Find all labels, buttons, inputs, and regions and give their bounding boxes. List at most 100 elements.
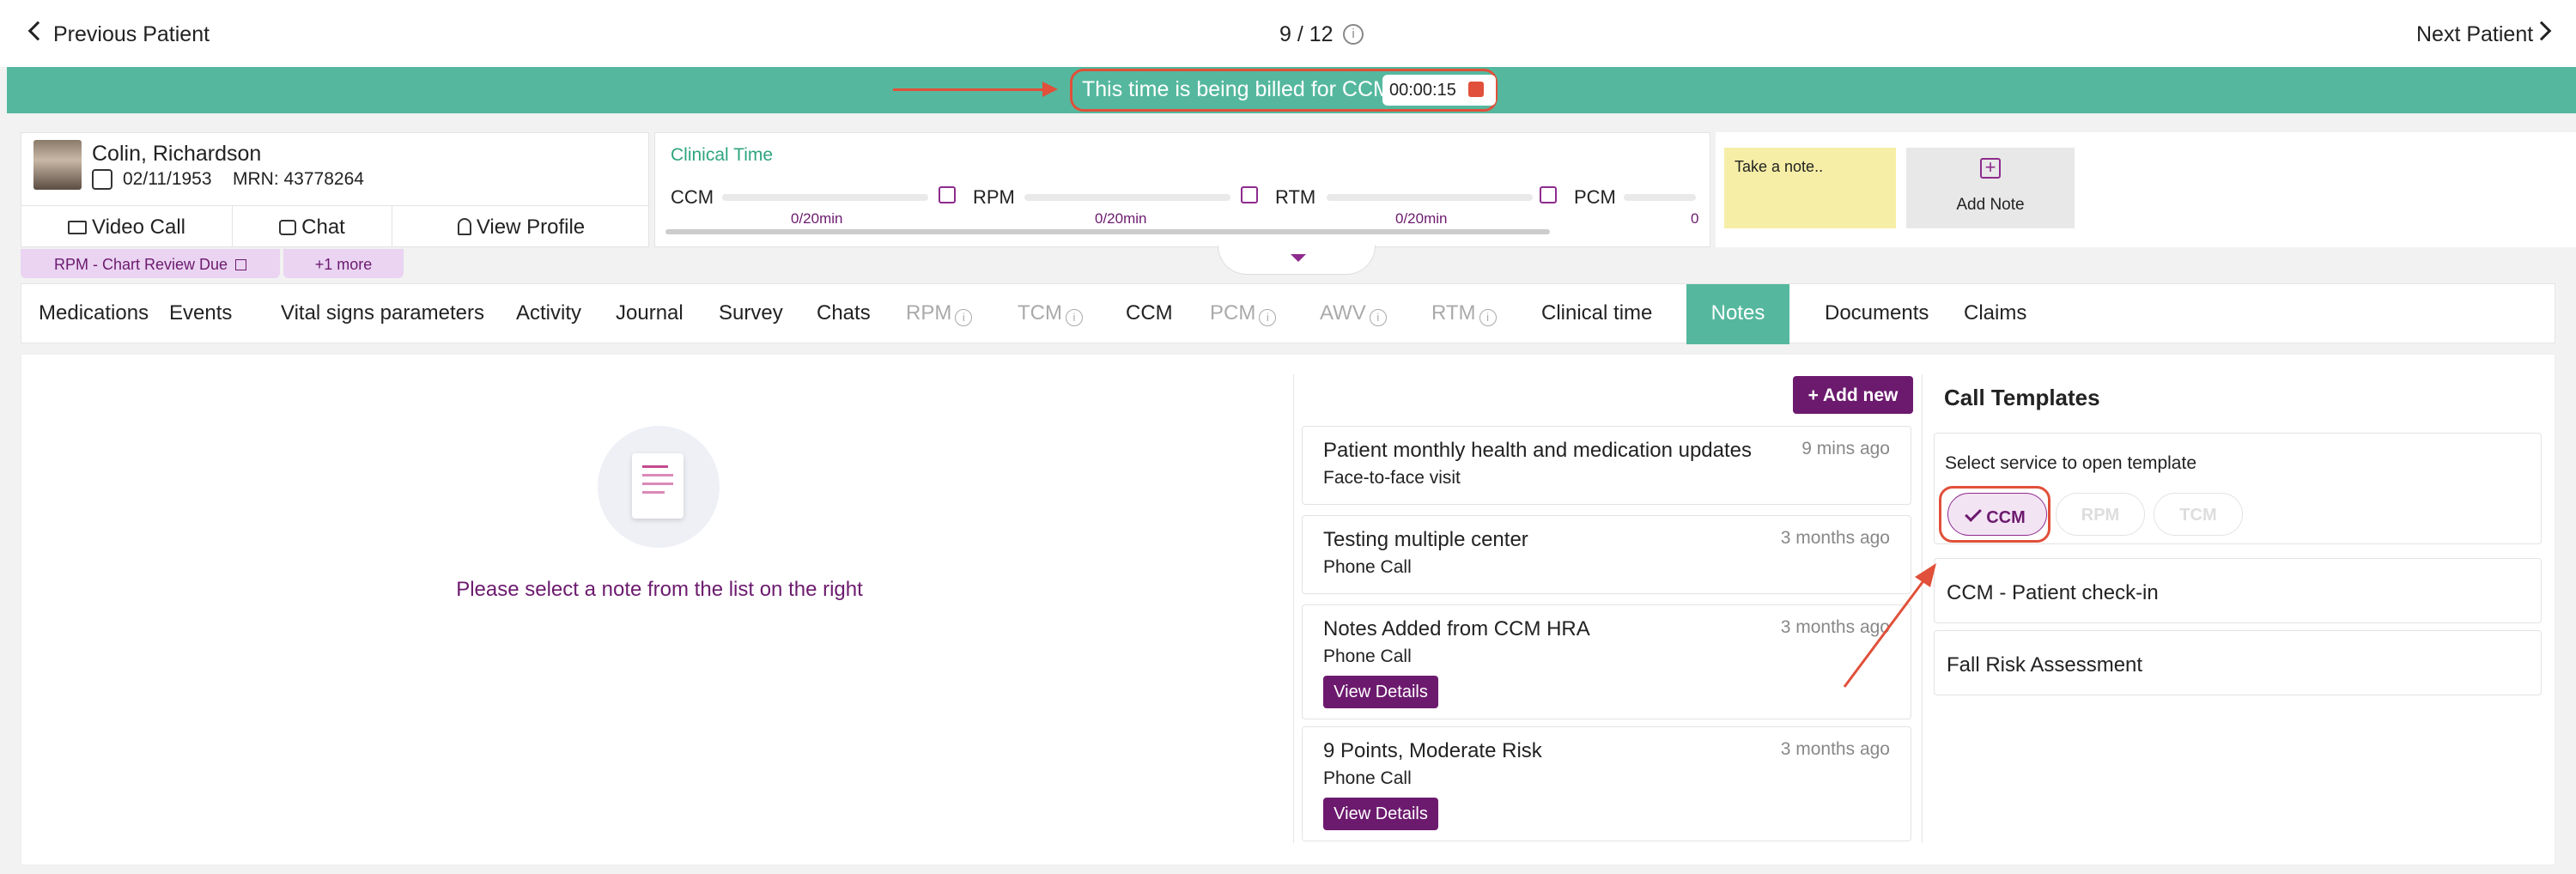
tab-survey[interactable]: Survey xyxy=(719,284,783,344)
service-tcm-pill[interactable]: TCM xyxy=(2154,493,2243,536)
note-time: 3 months ago xyxy=(1780,739,1890,759)
ct-ccm-value: 0/20min xyxy=(791,210,843,227)
patient-card: Colin, Richardson 02/11/1953 MRN: 437782… xyxy=(21,132,650,247)
tab-rpm-label: RPM xyxy=(906,301,952,325)
tab-vital-signs-parameters[interactable]: Vital signs parameters xyxy=(281,284,484,344)
tab-rpm[interactable]: RPM i xyxy=(906,284,973,344)
note-title: Testing multiple center xyxy=(1323,528,1528,551)
ct-ccm-open-icon[interactable] xyxy=(939,186,956,203)
annotation-arrow xyxy=(1843,563,1936,688)
tab-tcm[interactable]: TCM i xyxy=(1018,284,1083,344)
view-details-button[interactable]: View Details xyxy=(1323,798,1438,830)
video-call-label: Video Call xyxy=(92,215,185,239)
ct-pcm-progress xyxy=(1624,194,1696,201)
note-list-item[interactable]: Patient monthly health and medication up… xyxy=(1302,426,1911,505)
ct-rtm-progress xyxy=(1327,194,1533,201)
stop-timer-button[interactable] xyxy=(1468,82,1484,97)
info-icon[interactable]: i xyxy=(1343,24,1364,45)
info-icon: i xyxy=(1479,309,1497,326)
calendar-icon xyxy=(92,169,112,190)
tab-awv[interactable]: AWV i xyxy=(1320,284,1387,344)
tab-awv-label: AWV xyxy=(1320,301,1366,325)
document-icon xyxy=(632,453,683,519)
view-profile-button[interactable]: View Profile xyxy=(392,205,650,246)
horizontal-scrollbar[interactable] xyxy=(665,229,1550,234)
divider xyxy=(1293,374,1294,843)
note-title: Notes Added from CCM HRA xyxy=(1323,617,1590,640)
tab-rtm-label: RTM xyxy=(1431,301,1476,325)
view-details-button[interactable]: View Details xyxy=(1323,676,1438,708)
chat-label: Chat xyxy=(301,215,345,239)
ct-rpm-progress xyxy=(1024,194,1230,201)
add-note-button[interactable]: + Add Note xyxy=(1906,148,2075,228)
tab-tcm-label: TCM xyxy=(1018,301,1062,325)
ct-rtm-label: RTM xyxy=(1275,186,1316,208)
chat-button[interactable]: Chat xyxy=(233,205,392,246)
chevron-right-icon[interactable] xyxy=(2531,21,2552,41)
tab-events[interactable]: Events xyxy=(169,284,232,344)
tab-chats[interactable]: Chats xyxy=(817,284,871,344)
note-type: Phone Call xyxy=(1323,768,1412,788)
chat-icon xyxy=(279,220,297,235)
annotation-arrow-head xyxy=(1042,82,1058,97)
add-new-note-button[interactable]: + Add new xyxy=(1793,376,1913,414)
patient-name: Colin, Richardson xyxy=(92,142,262,166)
note-type: Phone Call xyxy=(1323,646,1412,666)
service-selector-label: Select service to open template xyxy=(1945,453,2196,473)
view-profile-label: View Profile xyxy=(476,215,586,239)
tab-pcm-label: PCM xyxy=(1210,301,1256,325)
tab-medications[interactable]: Medications xyxy=(39,284,149,344)
chevron-left-icon[interactable] xyxy=(27,21,48,41)
patient-dob: 02/11/1953 xyxy=(123,169,212,189)
tab-clinical-time[interactable]: Clinical time xyxy=(1541,284,1652,344)
ct-rpm-open-icon[interactable] xyxy=(1241,186,1258,203)
clinical-time-card: Clinical Time CCM 0/20min RPM 0/20min RT… xyxy=(654,132,1710,247)
ccm-highlight xyxy=(1939,486,2050,543)
ct-rtm-open-icon[interactable] xyxy=(1540,186,1557,203)
tab-journal[interactable]: Journal xyxy=(616,284,683,344)
ct-pcm-value: 0 xyxy=(1691,210,1699,227)
patient-counter: 9 / 12 xyxy=(1279,22,1334,46)
ct-ccm-progress xyxy=(722,194,928,201)
patient-navigation-bar: Previous Patient 9 / 12 i Next Patient xyxy=(0,0,2576,67)
tab-documents[interactable]: Documents xyxy=(1825,284,1929,344)
patient-tabs: Medications Events Vital signs parameter… xyxy=(21,283,2555,344)
doc-line xyxy=(642,483,673,485)
info-icon: i xyxy=(955,309,973,326)
tab-rtm[interactable]: RTM i xyxy=(1431,284,1497,344)
avatar xyxy=(33,140,82,190)
tab-pcm[interactable]: PCM i xyxy=(1210,284,1277,344)
note-time: 9 mins ago xyxy=(1801,439,1890,458)
more-badges-button[interactable]: +1 more xyxy=(283,249,404,278)
next-patient-link[interactable]: Next Patient xyxy=(2416,22,2533,47)
billing-text: This time is being billed for CCM xyxy=(1082,77,1391,101)
tab-notes[interactable]: Notes xyxy=(1686,284,1789,344)
note-list-item[interactable]: 9 Points, Moderate Risk 3 months ago Pho… xyxy=(1302,726,1911,841)
info-icon: i xyxy=(1065,309,1083,326)
plus-icon: + xyxy=(1980,158,2001,179)
note-time: 3 months ago xyxy=(1780,528,1890,548)
rpm-chart-review-badge[interactable]: RPM - Chart Review Due xyxy=(21,249,280,278)
tab-activity[interactable]: Activity xyxy=(516,284,581,344)
quick-notes-card: Take a note.. + Add Note xyxy=(1716,132,2576,247)
note-type: Face-to-face visit xyxy=(1323,468,1461,488)
ct-rpm-label: RPM xyxy=(973,186,1015,208)
chevron-down-icon xyxy=(1291,254,1306,262)
empty-state-message: Please select a note from the list on th… xyxy=(456,578,863,601)
sticky-note-placeholder: Take a note.. xyxy=(1735,158,1824,175)
note-title: 9 Points, Moderate Risk xyxy=(1323,739,1542,762)
tab-ccm[interactable]: CCM xyxy=(1126,284,1173,344)
user-icon xyxy=(457,218,471,235)
call-templates-title: Call Templates xyxy=(1944,385,2100,410)
external-link-icon xyxy=(235,259,247,270)
info-icon: i xyxy=(1259,309,1277,326)
service-rpm-pill[interactable]: RPM xyxy=(2056,493,2145,536)
tab-claims[interactable]: Claims xyxy=(1964,284,2026,344)
ct-ccm-label: CCM xyxy=(671,186,714,208)
ct-rpm-value: 0/20min xyxy=(1095,210,1147,227)
previous-patient-link[interactable]: Previous Patient xyxy=(53,22,210,47)
doc-line xyxy=(642,474,673,476)
sticky-note[interactable]: Take a note.. xyxy=(1724,148,1896,228)
video-call-button[interactable]: Video Call xyxy=(21,205,233,246)
note-type: Phone Call xyxy=(1323,557,1412,577)
